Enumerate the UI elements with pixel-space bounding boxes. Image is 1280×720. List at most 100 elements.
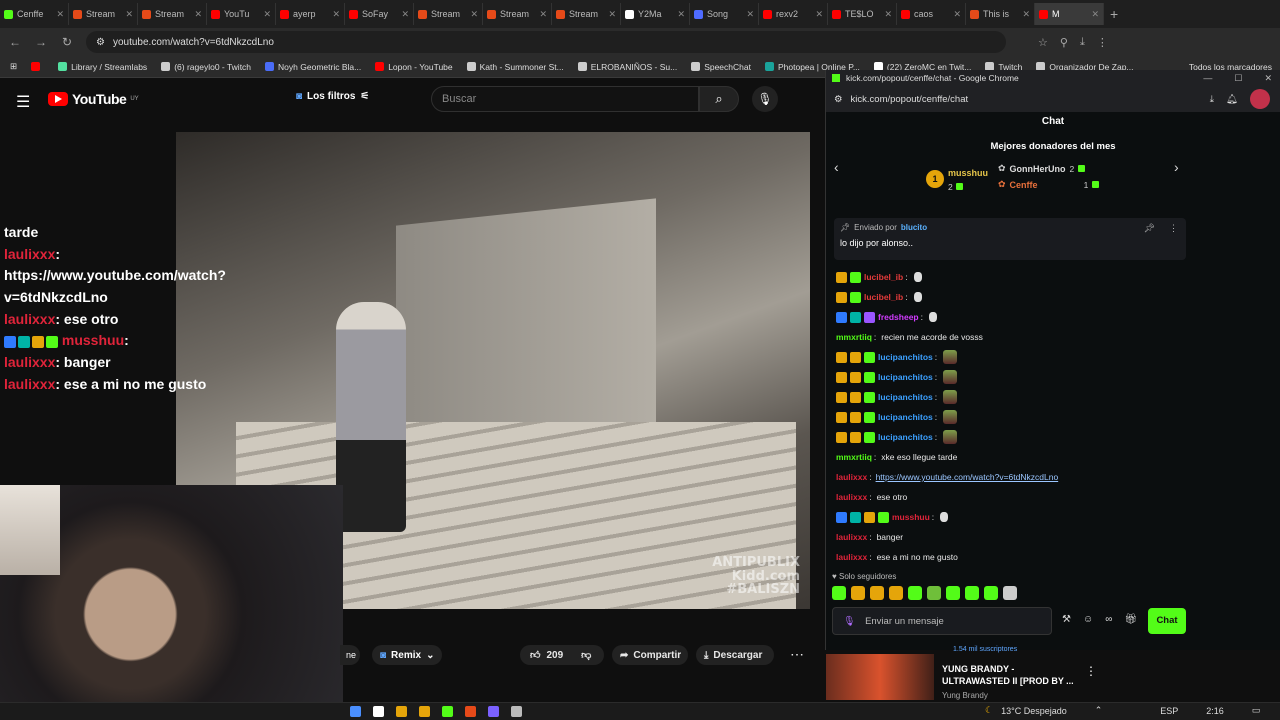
chat-username[interactable]: lucipanchitos (878, 407, 933, 427)
browser-tab[interactable]: Stream ✕ (483, 3, 552, 25)
bookmark-item[interactable]: (6) rageylo0 - Twitch (161, 62, 251, 72)
chevron-left-icon[interactable]: ‹ (834, 159, 839, 175)
back-icon[interactable]: ← (8, 35, 22, 49)
new-tab-icon[interactable]: + (1110, 6, 1118, 22)
download-button[interactable]: ⤓ Descargar (696, 645, 774, 665)
reload-icon[interactable]: ↻ (60, 35, 74, 49)
close-icon[interactable]: ✕ (125, 9, 133, 20)
emoji-icon[interactable]: ☺ (1083, 614, 1093, 625)
browser-tab[interactable]: Song ✕ (690, 3, 759, 25)
browser-tab[interactable]: YouTu ✕ (207, 3, 276, 25)
taskbar-app-icon[interactable] (350, 706, 361, 717)
emote-icon[interactable] (946, 586, 960, 600)
thumbs-down-icon[interactable]: 👎︎ (581, 649, 591, 661)
close-icon[interactable]: ✕ (401, 9, 409, 20)
microphone-icon[interactable]: 🎙 (843, 616, 855, 627)
message-input[interactable]: 🎙 Enviar un mensaje (832, 607, 1052, 635)
more-options-icon[interactable]: ⋯ (786, 645, 808, 665)
avatar[interactable] (1250, 89, 1270, 109)
bookmark-item[interactable]: Kath - Summoner St... (466, 62, 564, 72)
browser-tab[interactable]: Stream ✕ (138, 3, 207, 25)
taskbar-app-icon[interactable] (442, 706, 453, 717)
notifications-icon[interactable]: ▭ (1252, 705, 1261, 716)
browser-tab[interactable]: Stream ✕ (552, 3, 621, 25)
browser-tab[interactable]: TE$LO ✕ (828, 3, 897, 25)
close-icon[interactable]: ✕ (263, 9, 271, 20)
close-icon[interactable]: ✕ (539, 9, 547, 20)
close-icon[interactable]: ✕ (746, 9, 754, 20)
share-button[interactable]: ➦ Compartir (612, 645, 688, 665)
close-icon[interactable]: ✕ (194, 9, 202, 20)
send-chat-button[interactable]: Chat (1148, 608, 1186, 634)
pin-toggle-icon[interactable]: 📌︎ (1144, 223, 1155, 234)
emote-icon[interactable] (908, 586, 922, 600)
chat-username[interactable]: laulixxx (836, 547, 867, 567)
close-icon[interactable]: ✕ (677, 9, 685, 20)
suggested-video-thumbnail[interactable] (826, 654, 934, 700)
suggested-video-channel[interactable]: Yung Brandy (942, 691, 988, 700)
bookmark-item[interactable]: Library / Streamlabs (58, 62, 147, 72)
download-icon[interactable]: ⤓ (1210, 94, 1214, 105)
chat-username[interactable]: fredsheep (878, 307, 919, 327)
apps-grid-icon[interactable]: ⊞ (10, 61, 17, 72)
taskbar-app-icon[interactable] (373, 706, 384, 717)
remix-button[interactable]: ◙ Remix ⌄ (372, 645, 443, 665)
search-icon[interactable]: ⌕ (699, 86, 739, 112)
close-icon[interactable]: ✕ (953, 9, 961, 20)
emote-icon[interactable] (870, 586, 884, 600)
chat-username[interactable]: lucibel_ib (864, 267, 903, 287)
taskbar-app-icon[interactable] (511, 706, 522, 717)
partial-button[interactable]: ne (340, 645, 360, 665)
forward-icon[interactable]: → (34, 35, 48, 49)
browser-tab[interactable]: Cenffe ✕ (0, 3, 69, 25)
infinity-icon[interactable]: ∞ (1105, 614, 1112, 625)
close-icon[interactable]: ✕ (470, 9, 478, 20)
browser-tab[interactable]: SoFay ✕ (345, 3, 414, 25)
browser-tab[interactable]: ayerp ✕ (276, 3, 345, 25)
taskbar-app-icon[interactable] (488, 706, 499, 717)
minimize-icon[interactable]: — (1203, 73, 1212, 84)
more-options-icon[interactable]: ⋮ (1169, 223, 1178, 234)
suggested-video[interactable]: 1.54 mil suscriptores YUNG BRANDY - ULTR… (825, 646, 1280, 702)
taskbar-app-icon[interactable] (419, 706, 430, 717)
extensions-icon[interactable]: ⚲ (1060, 36, 1068, 49)
browser-tab[interactable]: Stream ✕ (414, 3, 483, 25)
close-icon[interactable]: ✕ (815, 9, 823, 20)
microphone-icon[interactable]: 🎙 (752, 86, 778, 112)
youtube-logo[interactable]: YouTube UY (48, 91, 139, 107)
bookmark-item[interactable]: Noyh Geometric Bla... (265, 62, 361, 72)
chat-username[interactable]: mmxrtiiq (836, 327, 872, 347)
chevron-right-icon[interactable]: › (1174, 159, 1179, 175)
emote-icon[interactable] (927, 586, 941, 600)
bookmark-item[interactable]: Lopon - YouTube (375, 62, 453, 72)
browser-tab[interactable]: This is ✕ (966, 3, 1035, 25)
site-info-icon[interactable]: ⚙ (834, 94, 843, 105)
browser-tab[interactable]: Y2Ma ✕ (621, 3, 690, 25)
pinned-message[interactable]: 📌︎ Enviado por blucito lo dijo por alons… (834, 218, 1186, 260)
address-bar[interactable]: ⚙ youtube.com/watch?v=6tdNkzcdLno (86, 31, 1006, 53)
browser-tab[interactable]: M ✕ (1035, 3, 1104, 25)
chat-username[interactable]: laulixxx (836, 527, 867, 547)
maximize-icon[interactable]: ☐ (1234, 73, 1242, 84)
browser-tab[interactable]: caos ✕ (897, 3, 966, 25)
emote-icon[interactable] (889, 586, 903, 600)
close-icon[interactable]: ✕ (56, 9, 64, 20)
bookmark-item[interactable]: ELROBANIÑOS - Su... (577, 62, 677, 72)
site-info-icon[interactable]: ⚙ (96, 37, 105, 48)
language-indicator[interactable]: ESP (1160, 706, 1178, 716)
browser-tab[interactable]: rexv2 ✕ (759, 3, 828, 25)
chat-username[interactable]: lucipanchitos (878, 347, 933, 367)
chat-username[interactable]: lucipanchitos (878, 387, 933, 407)
gift-icon[interactable]: 🎁︎ (1124, 614, 1137, 625)
chat-username[interactable]: laulixxx (836, 467, 867, 487)
browser-tab[interactable]: Stream ✕ (69, 3, 138, 25)
clock[interactable]: 2:16 (1206, 706, 1224, 716)
star-icon[interactable]: ☆ (1038, 36, 1048, 49)
chat-username[interactable]: lucipanchitos (878, 427, 933, 447)
close-icon[interactable]: ✕ (1091, 9, 1099, 20)
close-icon[interactable]: ✕ (332, 9, 340, 20)
pinned-by-user[interactable]: blucito (901, 223, 927, 232)
like-button[interactable]: 👍︎ 209 👎︎ (520, 645, 604, 665)
chat-link[interactable]: https://www.youtube.com/watch?v=6tdNkzcd… (876, 467, 1059, 487)
chevron-up-icon[interactable]: ⌃ (1095, 705, 1103, 716)
